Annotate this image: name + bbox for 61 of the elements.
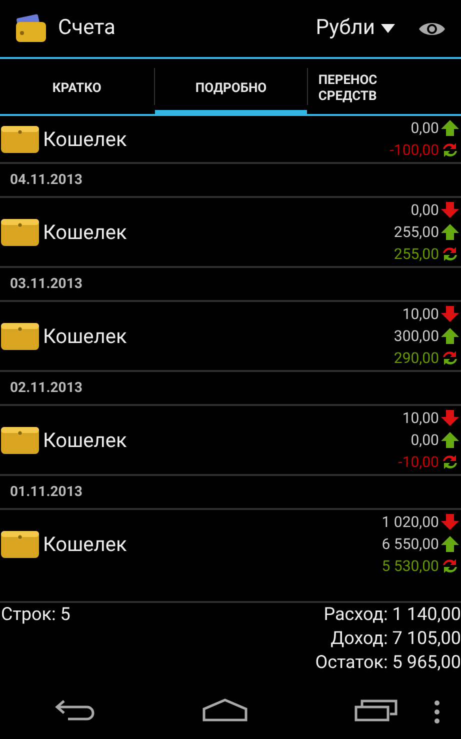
arrow-up-icon bbox=[441, 119, 459, 137]
amount: 300,00 bbox=[394, 326, 439, 347]
account-name: Кошелек bbox=[43, 323, 127, 350]
arrow-up-icon bbox=[441, 223, 459, 241]
wallet-icon bbox=[0, 321, 40, 351]
exchange-icon bbox=[441, 557, 459, 575]
tab[interactable]: ПЕРЕНОС СРЕДСТВ bbox=[308, 68, 418, 116]
amount: 0,00 bbox=[410, 430, 439, 451]
arrow-up-icon bbox=[441, 535, 459, 553]
date-header: 03.11.2013 bbox=[10, 274, 82, 294]
date-header: 04.11.2013 bbox=[10, 170, 82, 190]
amount: 10,00 bbox=[402, 304, 439, 325]
tab[interactable]: КРАТКО bbox=[0, 68, 154, 116]
arrow-up-icon bbox=[441, 431, 459, 449]
wallet-icon bbox=[0, 529, 40, 559]
account-name: Кошелек bbox=[43, 531, 127, 558]
exchange-icon bbox=[441, 245, 459, 263]
wallet-icon bbox=[0, 124, 40, 154]
currency-dropdown[interactable]: Рубли bbox=[316, 12, 395, 44]
recent-apps-icon bbox=[354, 698, 398, 722]
back-icon bbox=[54, 698, 96, 722]
row-count: Строк: 5 bbox=[0, 603, 70, 627]
amount: 0,00 bbox=[410, 118, 439, 139]
total: Доход: 7 105,00 bbox=[330, 627, 461, 651]
account-row[interactable]: Кошелек 1 020,00 6 550,00 5 530,00 bbox=[0, 510, 461, 578]
amount: 6 550,00 bbox=[382, 534, 439, 555]
wallet-icon bbox=[0, 217, 40, 247]
arrow-down-icon bbox=[441, 305, 459, 323]
amount: 10,00 bbox=[402, 408, 439, 429]
arrow-down-icon bbox=[441, 201, 459, 219]
account-name: Кошелек bbox=[43, 219, 127, 246]
total: Расход: 1 140,00 bbox=[324, 603, 461, 627]
caret-icon bbox=[381, 24, 395, 33]
arrow-down-icon bbox=[441, 513, 459, 531]
exchange-icon bbox=[441, 453, 459, 471]
account-row[interactable]: Кошелек 10,00 0,00 -10,00 bbox=[0, 406, 461, 474]
date-header: 02.11.2013 bbox=[10, 378, 82, 398]
amount: -10,00 bbox=[398, 452, 439, 473]
amount: -100,00 bbox=[390, 140, 439, 161]
home-icon bbox=[202, 698, 248, 722]
account-row[interactable]: Кошелек 10,00 300,00 290,00 bbox=[0, 302, 461, 370]
tab[interactable]: ПОДРОБНО bbox=[154, 68, 308, 116]
account-row[interactable]: Кошелек 0,00 255,00 255,00 bbox=[0, 198, 461, 266]
app-title: Счета bbox=[58, 14, 116, 42]
amount: 0,00 bbox=[410, 200, 439, 221]
amount: 290,00 bbox=[394, 348, 439, 369]
amount: 255,00 bbox=[394, 244, 439, 265]
amount: 5 530,00 bbox=[382, 556, 439, 577]
more-icon bbox=[434, 700, 440, 724]
date-header: 01.11.2013 bbox=[10, 482, 82, 502]
exchange-icon bbox=[441, 141, 459, 159]
account-name: Кошелек bbox=[43, 427, 127, 454]
amount: 255,00 bbox=[394, 222, 439, 243]
amount: 1 020,00 bbox=[382, 512, 439, 533]
account-row[interactable]: Кошелек 0,00 -100,00 bbox=[0, 116, 461, 162]
exchange-icon bbox=[441, 349, 459, 367]
arrow-up-icon bbox=[441, 327, 459, 345]
account-name: Кошелек bbox=[43, 126, 127, 153]
total: Остаток: 5 965,00 bbox=[315, 651, 461, 675]
wallet-icon bbox=[0, 425, 40, 455]
arrow-down-icon bbox=[441, 409, 459, 427]
